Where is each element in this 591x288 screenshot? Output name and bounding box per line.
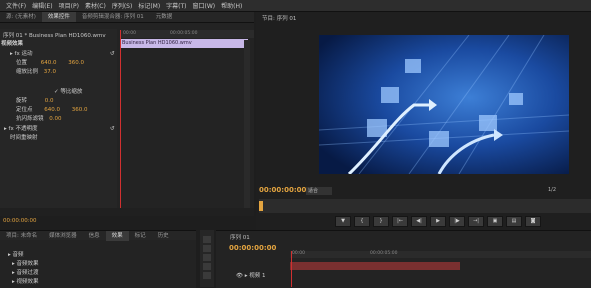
anchor-x[interactable]: 640.0: [44, 107, 60, 113]
clip-title: 序列 01 * Business Plan HD1060.wmv: [3, 33, 106, 39]
extract-button[interactable]: ▤: [506, 216, 522, 227]
go-to-in-button[interactable]: |←: [392, 216, 408, 227]
clip-bar[interactable]: Business Plan HD1060.wmv: [120, 39, 248, 48]
program-video: [319, 35, 569, 174]
video-track-label[interactable]: 👁 ▸ 视频 1: [236, 273, 266, 280]
scale-row: 缩放比例 37.0: [16, 69, 56, 76]
selection-tool-icon[interactable]: [203, 236, 211, 243]
video-effects-heading: 视频效果: [1, 41, 24, 47]
timeline-playhead[interactable]: [291, 251, 292, 287]
timeline-panel: [216, 230, 591, 288]
add-marker-button[interactable]: ▼: [335, 216, 351, 227]
menu-sequence[interactable]: 序列(S): [112, 1, 133, 10]
menu-title[interactable]: 字幕(T): [166, 1, 186, 10]
menu-file[interactable]: 文件(F): [6, 1, 26, 10]
tab-info[interactable]: 信息: [83, 231, 106, 241]
rotation-label: 旋转: [16, 98, 28, 104]
menu-bar: 文件(F) 编辑(E) 项目(P) 素材(C) 序列(S) 标记(M) 字幕(T…: [0, 0, 591, 12]
program-timecode[interactable]: 00:00:00:00: [259, 186, 306, 194]
flicker-label: 抗闪烁滤镜: [16, 116, 44, 122]
position-row: 位置 640.0 360.0: [16, 60, 84, 67]
video-frame-image: [319, 35, 569, 174]
program-scrubber[interactable]: [259, 199, 591, 213]
ruler-start: 00:00: [123, 31, 136, 36]
transport-controls: ▼ { } |← ◀| ▶ |▶ →| ▣ ▤ ◙: [335, 216, 541, 227]
scrubber-playhead[interactable]: [259, 201, 263, 211]
anchor-y[interactable]: 360.0: [72, 107, 88, 113]
effect-timecode[interactable]: 00:00:00:00: [3, 218, 37, 224]
tab-media-browser[interactable]: 媒体浏览器: [43, 231, 83, 241]
reset-opacity-icon[interactable]: ↺: [110, 126, 115, 133]
uniform-scale[interactable]: ✓ 等比缩放: [54, 89, 82, 96]
flicker-value[interactable]: 0.00: [49, 116, 61, 122]
menu-clip[interactable]: 素材(C): [85, 1, 106, 10]
lift-button[interactable]: ▣: [487, 216, 503, 227]
scale-value[interactable]: 37.0: [44, 69, 56, 75]
playhead-line[interactable]: [120, 30, 121, 216]
tab-markers[interactable]: 标记: [129, 231, 152, 241]
tab-effect-controls[interactable]: 效果控件: [41, 12, 76, 22]
effect-scrollbar[interactable]: [244, 40, 250, 216]
menu-window[interactable]: 窗口(W): [193, 1, 216, 10]
effect-controls-footer: [0, 208, 254, 216]
play-button[interactable]: ▶: [430, 216, 446, 227]
flicker-row: 抗闪烁滤镜 0.00: [16, 116, 62, 123]
timeline-ruler-start: 00:00: [292, 251, 305, 256]
razor-tool-icon[interactable]: [203, 263, 211, 270]
effect-ruler[interactable]: 00:00 00:00:05:00: [120, 30, 254, 38]
project-tabs: 项目: 未命名 媒体浏览器 信息 效果 标记 历史: [0, 230, 196, 241]
anchor-row: 定位点 640.0 360.0: [16, 107, 88, 114]
opacity-label[interactable]: ▸ fx 不透明度: [4, 126, 37, 133]
reset-icon[interactable]: ↺: [110, 51, 115, 58]
zoom-select[interactable]: 适合: [306, 187, 332, 195]
timeline-ruler-mid: 00:00:05:00: [370, 251, 398, 256]
mark-in-button[interactable]: {: [354, 216, 370, 227]
rotation-row: 旋转 0.0: [16, 98, 54, 105]
tab-project[interactable]: 项目: 未命名: [0, 231, 43, 241]
position-label: 位置: [16, 60, 28, 66]
resolution-select[interactable]: 1/2: [548, 187, 556, 193]
ripple-edit-tool-icon[interactable]: [203, 254, 211, 261]
effects-item-audio-transitions[interactable]: ▸ 音频过渡: [12, 270, 39, 277]
go-to-out-button[interactable]: →|: [468, 216, 484, 227]
tab-source[interactable]: 源: (无素材): [0, 12, 42, 22]
menu-edit[interactable]: 编辑(E): [32, 1, 52, 10]
effects-item-audio-effects[interactable]: ▸ 音频效果: [12, 261, 39, 268]
position-x[interactable]: 640.0: [41, 60, 57, 66]
left-panel-tabs: 源: (无素材) 效果控件 音频剪辑混合器: 序列 01 元数据: [0, 12, 254, 23]
tab-audio-mixer[interactable]: 音频剪辑混合器: 序列 01: [76, 12, 150, 22]
effects-item-video-effects[interactable]: ▸ 视频效果: [12, 279, 39, 286]
step-back-button[interactable]: ◀|: [411, 216, 427, 227]
timeline-tab[interactable]: 序列 01: [230, 233, 250, 241]
export-frame-button[interactable]: ◙: [525, 216, 541, 227]
mark-out-button[interactable]: }: [373, 216, 389, 227]
ruler-mid: 00:00:05:00: [170, 31, 198, 36]
position-y[interactable]: 360.0: [68, 60, 84, 66]
timeline-timecode[interactable]: 00:00:00:00: [229, 244, 276, 252]
menu-marker[interactable]: 标记(M): [138, 1, 160, 10]
effects-item-audio[interactable]: ▸ 音频: [8, 252, 24, 259]
tab-effects[interactable]: 效果: [105, 230, 129, 241]
scale-label: 缩放比例: [16, 69, 39, 75]
anchor-label: 定位点: [16, 107, 33, 113]
menu-help[interactable]: 帮助(H): [221, 1, 242, 10]
menu-project[interactable]: 项目(P): [59, 1, 79, 10]
tab-metadata[interactable]: 元数据: [150, 12, 179, 22]
slip-tool-icon[interactable]: [203, 272, 211, 279]
timeline-ruler[interactable]: 00:00 00:00:05:00: [290, 251, 591, 258]
step-forward-button[interactable]: |▶: [449, 216, 465, 227]
motion-label[interactable]: ▸ fx 运动: [10, 51, 32, 58]
time-remap-label[interactable]: 时间重映射: [10, 135, 38, 142]
rotation-value[interactable]: 0.0: [45, 98, 54, 104]
timeline-work-area[interactable]: [290, 262, 460, 270]
track-select-tool-icon[interactable]: [203, 245, 211, 252]
tab-history[interactable]: 历史: [152, 231, 175, 241]
program-tab[interactable]: 节目: 序列 01: [262, 14, 296, 22]
